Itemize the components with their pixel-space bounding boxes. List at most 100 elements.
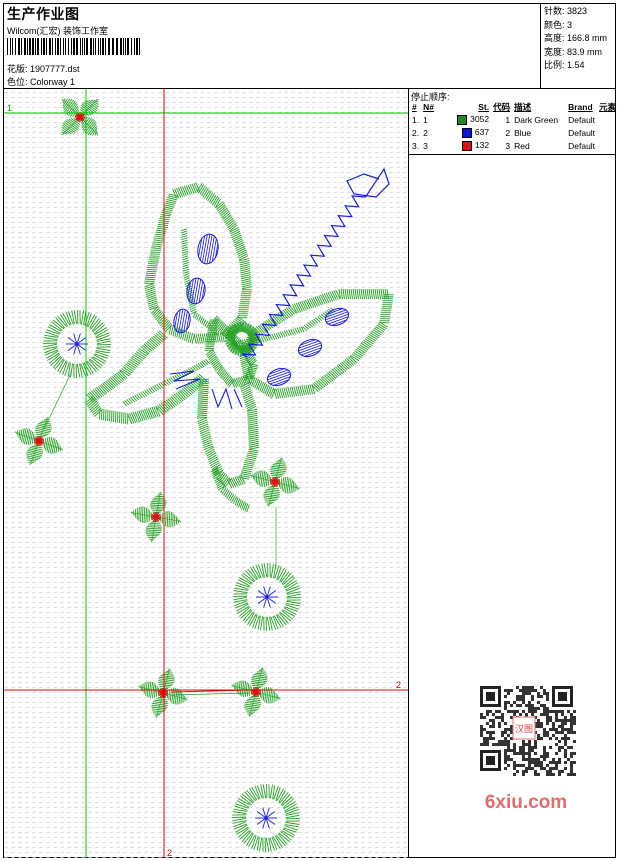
barcode-bar: [127, 38, 129, 55]
table-row: 3. 3 132 3 Red Default: [410, 139, 618, 152]
qr-cell: [558, 770, 561, 773]
qr-cell: [516, 752, 519, 755]
row-n: 3: [423, 140, 428, 151]
qr-cell: [558, 740, 561, 743]
qr-cell: [534, 764, 537, 767]
qr-cell: [528, 755, 531, 758]
qr-cell: [555, 716, 558, 719]
qr-cell: [543, 758, 546, 761]
qr-cell: [552, 767, 555, 770]
qr-cell: [570, 722, 573, 725]
qr-cell: [564, 734, 567, 737]
qr-cell: [525, 704, 528, 707]
qr-cell: [567, 758, 570, 761]
qr-cell: [555, 743, 558, 746]
qr-cell: [570, 746, 573, 749]
qr-cell: [531, 713, 534, 716]
barcode-bar: [60, 38, 61, 55]
barcode: [7, 38, 140, 55]
qr-cell: [525, 758, 528, 761]
qr-cell: [555, 710, 558, 713]
qr-cell: [513, 710, 516, 713]
row-index: 3.: [412, 140, 420, 151]
qr-cell: [573, 722, 576, 725]
qr-cell: [555, 728, 558, 731]
qr-cell: [534, 689, 537, 692]
qr-cell: [561, 728, 564, 731]
qr-cell: [564, 728, 567, 731]
guide-label-green: 1: [7, 103, 12, 113]
barcode-bar: [43, 38, 45, 55]
col-stitches: St.: [478, 102, 490, 112]
qr-cell: [567, 728, 570, 731]
row-brand: Default: [568, 127, 596, 138]
qr-cell: [513, 743, 516, 746]
qr-cell: [531, 710, 534, 713]
qr-cell: [540, 764, 543, 767]
qr-cell: [492, 743, 495, 746]
qr-finder-core: [558, 692, 567, 701]
qr-cell: [483, 716, 486, 719]
qr-cell: [495, 710, 498, 713]
barcode-bar: [55, 38, 56, 55]
qr-cell: [570, 752, 573, 755]
qr-cell: [570, 725, 573, 728]
qr-cell: [558, 761, 561, 764]
qr-cell: [546, 698, 549, 701]
qr-cell: [513, 767, 516, 770]
qr-cell: [522, 752, 525, 755]
qr-cell: [528, 764, 531, 767]
qr-cell: [516, 704, 519, 707]
qr-cell: [546, 773, 549, 776]
barcode-bar: [10, 38, 11, 55]
qr-cell: [546, 707, 549, 710]
qr-cell: [555, 764, 558, 767]
qr-cell: [504, 755, 507, 758]
qr-cell: [504, 707, 507, 710]
thread-color-swatch: [457, 114, 468, 125]
qr-cell: [486, 722, 489, 725]
qr-cell: [534, 743, 537, 746]
qr-cell: [528, 767, 531, 770]
qr-cell: [549, 761, 552, 764]
qr-cell: [480, 713, 483, 716]
qr-cell: [546, 719, 549, 722]
qr-cell: [516, 686, 519, 689]
qr-cell: [507, 758, 510, 761]
qr-cell: [570, 770, 573, 773]
barcode-bar: [49, 38, 51, 55]
stitch-count: 3052: [470, 114, 490, 125]
qr-finder-core: [486, 756, 495, 765]
qr-cell: [525, 767, 528, 770]
row-code: 1: [505, 114, 511, 125]
qr-cell: [513, 761, 516, 764]
qr-cell: [486, 710, 489, 713]
qr-cell: [564, 740, 567, 743]
qr-cell: [573, 719, 576, 722]
qr-cell: [549, 719, 552, 722]
qr-cell: [537, 701, 540, 704]
qr-cell: [507, 764, 510, 767]
qr-cell: [528, 704, 531, 707]
qr-cell: [522, 764, 525, 767]
qr-cell: [573, 740, 576, 743]
qr-cell: [483, 737, 486, 740]
qr-cell: [534, 707, 537, 710]
qr-cell: [507, 755, 510, 758]
qr-cell: [555, 713, 558, 716]
stop-sequence-table: # N# St. 代码 描述 Brand 元素 1. 1 3052 1 Dark Gre…: [410, 101, 618, 152]
row-description: Blue: [514, 127, 532, 138]
qr-cell: [543, 689, 546, 692]
qr-cell: [540, 755, 543, 758]
stitch-count: 637: [474, 127, 490, 138]
qr-cell: [540, 713, 543, 716]
barcode-bar: [102, 38, 104, 55]
qr-cell: [504, 701, 507, 704]
qr-cell: [507, 710, 510, 713]
qr-cell: [504, 722, 507, 725]
qr-cell: [537, 758, 540, 761]
qr-cell: [546, 695, 549, 698]
qr-finder-core: [486, 692, 495, 701]
qr-cell: [507, 689, 510, 692]
qr-cell: [528, 701, 531, 704]
